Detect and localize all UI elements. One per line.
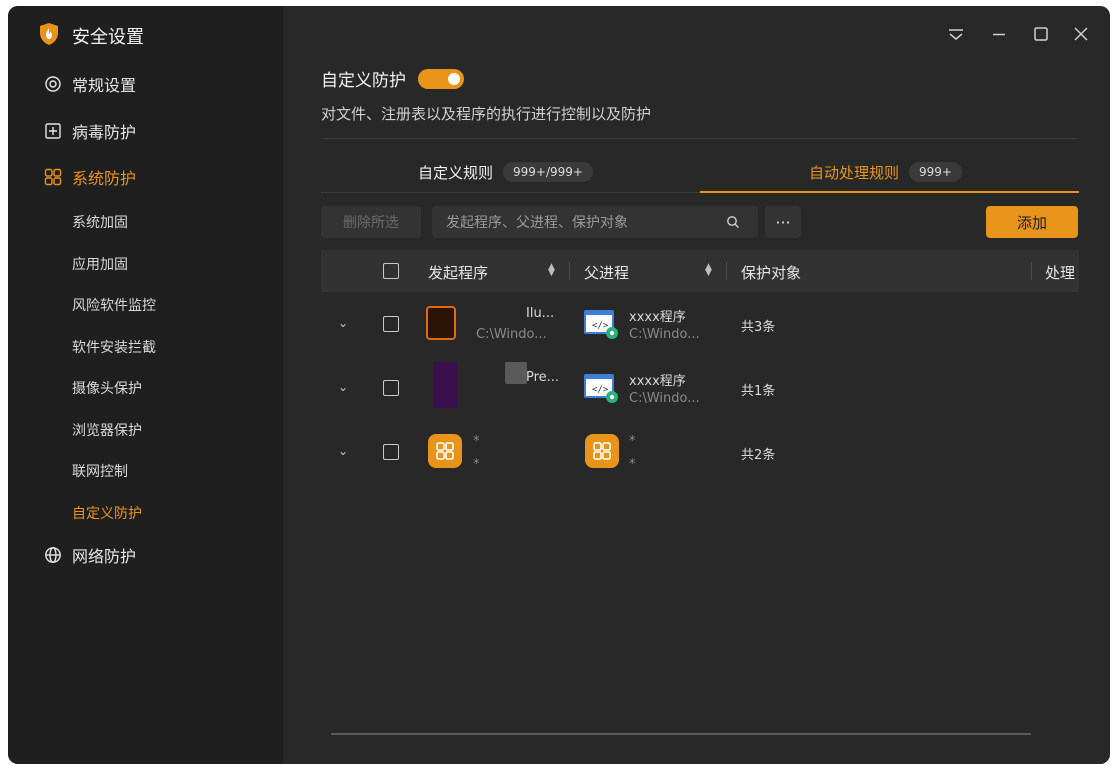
page-header: 自定义防护 (321, 66, 464, 91)
column-separator (1031, 262, 1032, 280)
nav-label: 网络防护 (72, 547, 137, 566)
count-badge: 999+ (909, 162, 962, 182)
parent-path: C:\Windo... (629, 391, 700, 406)
chevron-down-icon[interactable]: ⌄ (338, 444, 348, 458)
parent-path: * (629, 457, 636, 472)
sub-network-control[interactable]: 联网控制 (72, 461, 128, 481)
sub-app-hardening[interactable]: 应用加固 (72, 254, 128, 274)
parent-name: xxxx程序 (629, 374, 686, 389)
globe-icon (45, 547, 61, 563)
initiator-name: Pre... (526, 370, 560, 385)
grid-icon (44, 168, 62, 186)
sub-risk-software-monitor[interactable]: 风险软件监控 (72, 295, 156, 315)
sub-custom-protection[interactable]: 自定义防护 (72, 503, 142, 523)
menu-dropdown-icon[interactable] (946, 24, 966, 44)
initiator-path: C:\Windo... (476, 327, 547, 342)
sort-icon[interactable]: ▲ ▼ (548, 263, 555, 278)
search-placeholder: 发起程序、父进程、保护对象 (446, 215, 628, 231)
nav-virus-protection[interactable]: 病毒防护 (44, 117, 136, 145)
custom-protection-toggle[interactable] (418, 68, 464, 89)
app-grid-icon (585, 434, 619, 468)
minimize-icon[interactable] (989, 24, 1009, 44)
table-row[interactable]: ⌄ Pre... </> xxxx程序 C:\Windo... 共1条 (321, 356, 1079, 420)
target-count: 共2条 (741, 448, 776, 463)
column-separator (569, 262, 570, 280)
sidebar: 安全设置 常规设置 病毒防护 系统防护 系统加固 应用加固 风险软件监控 软件安… (8, 6, 283, 764)
delete-selected-button[interactable]: 删除所选 (321, 206, 421, 238)
column-header-initiator[interactable]: 发起程序 (428, 262, 488, 283)
svg-text:</>: </> (592, 321, 609, 331)
maximize-icon[interactable] (1031, 24, 1051, 44)
program-code-icon: </> (584, 310, 618, 339)
search-input[interactable]: 发起程序、父进程、保护对象 (432, 206, 758, 238)
program-code-icon: </> (584, 374, 618, 403)
nav-label: 常规设置 (72, 76, 137, 95)
column-header-parent[interactable]: 父进程 (584, 262, 629, 283)
target-count: 共1条 (741, 384, 776, 399)
sort-icon[interactable]: ▲ ▼ (705, 263, 712, 278)
table-row[interactable]: ⌄ Ilu... C:\Windo... </> xxxx程序 C:\Windo… (321, 292, 1079, 356)
nav-system-protection[interactable]: 系统防护 (44, 163, 136, 191)
tab-label: 自定义规则 (418, 163, 494, 182)
sub-system-hardening[interactable]: 系统加固 (72, 212, 128, 232)
horizontal-scrollbar[interactable] (331, 733, 1031, 735)
chevron-down-icon[interactable]: ⌄ (338, 316, 348, 330)
app-title: 安全设置 (72, 27, 144, 48)
main-panel: 自定义防护 对文件、注册表以及程序的执行进行控制以及防护 自定义规则 999+/… (283, 6, 1110, 764)
divider (321, 138, 1079, 139)
tab-custom-rules[interactable]: 自定义规则 999+/999+ (418, 158, 593, 186)
select-all-checkbox[interactable] (383, 263, 399, 279)
initiator-name: * (473, 434, 480, 449)
app-thumbnail-icon (505, 362, 527, 384)
security-settings-window: 安全设置 常规设置 病毒防护 系统防护 系统加固 应用加固 风险软件监控 软件安… (8, 6, 1110, 764)
tab-auto-rules[interactable]: 自动处理规则 999+ (809, 158, 962, 186)
row-checkbox[interactable] (383, 380, 399, 396)
svg-text:</>: </> (592, 385, 609, 395)
parent-name: * (629, 434, 636, 449)
search-icon[interactable] (726, 215, 740, 229)
target-count: 共3条 (741, 320, 776, 335)
page-title: 自定义防护 (321, 71, 406, 91)
parent-name: xxxx程序 (629, 310, 686, 325)
table-header: 发起程序 ▲ ▼ 父进程 ▲ ▼ 保护对象 处理 (321, 250, 1079, 292)
table-row[interactable]: ⌄ * * * * 共2条 (321, 420, 1079, 484)
initiator-path: * (473, 457, 480, 472)
column-header-target: 保护对象 (741, 264, 802, 282)
nav-label: 系统防护 (72, 169, 137, 188)
app-grid-icon (428, 434, 462, 468)
app-thumbnail-icon (426, 306, 456, 340)
nav-label: 病毒防护 (72, 123, 137, 142)
nav-network-protection[interactable]: 网络防护 (44, 541, 136, 569)
tab-underline (321, 192, 700, 193)
parent-path: C:\Windo... (629, 327, 700, 342)
column-header-action: 处理 (1045, 264, 1076, 282)
sub-camera-protection[interactable]: 摄像头保护 (72, 378, 142, 398)
chevron-down-icon[interactable]: ⌄ (338, 380, 348, 394)
gear-icon (45, 76, 61, 92)
shield-logo-icon (40, 23, 58, 45)
count-badge: 999+/999+ (503, 162, 593, 182)
plus-box-icon (45, 123, 61, 139)
tab-label: 自动处理规则 (809, 163, 900, 182)
nav-general-settings[interactable]: 常规设置 (44, 70, 136, 98)
add-button[interactable]: 添加 (986, 206, 1078, 238)
page-description: 对文件、注册表以及程序的执行进行控制以及防护 (321, 105, 652, 123)
tab-active-underline (700, 191, 1079, 193)
more-button[interactable]: ··· (765, 206, 801, 238)
row-checkbox[interactable] (383, 316, 399, 332)
row-checkbox[interactable] (383, 444, 399, 460)
app-thumbnail-icon (433, 362, 457, 408)
close-icon[interactable] (1071, 24, 1091, 44)
sub-browser-protection[interactable]: 浏览器保护 (72, 420, 142, 440)
column-separator (726, 262, 727, 280)
sub-install-block[interactable]: 软件安装拦截 (72, 337, 156, 357)
initiator-name: Ilu... (526, 306, 555, 321)
